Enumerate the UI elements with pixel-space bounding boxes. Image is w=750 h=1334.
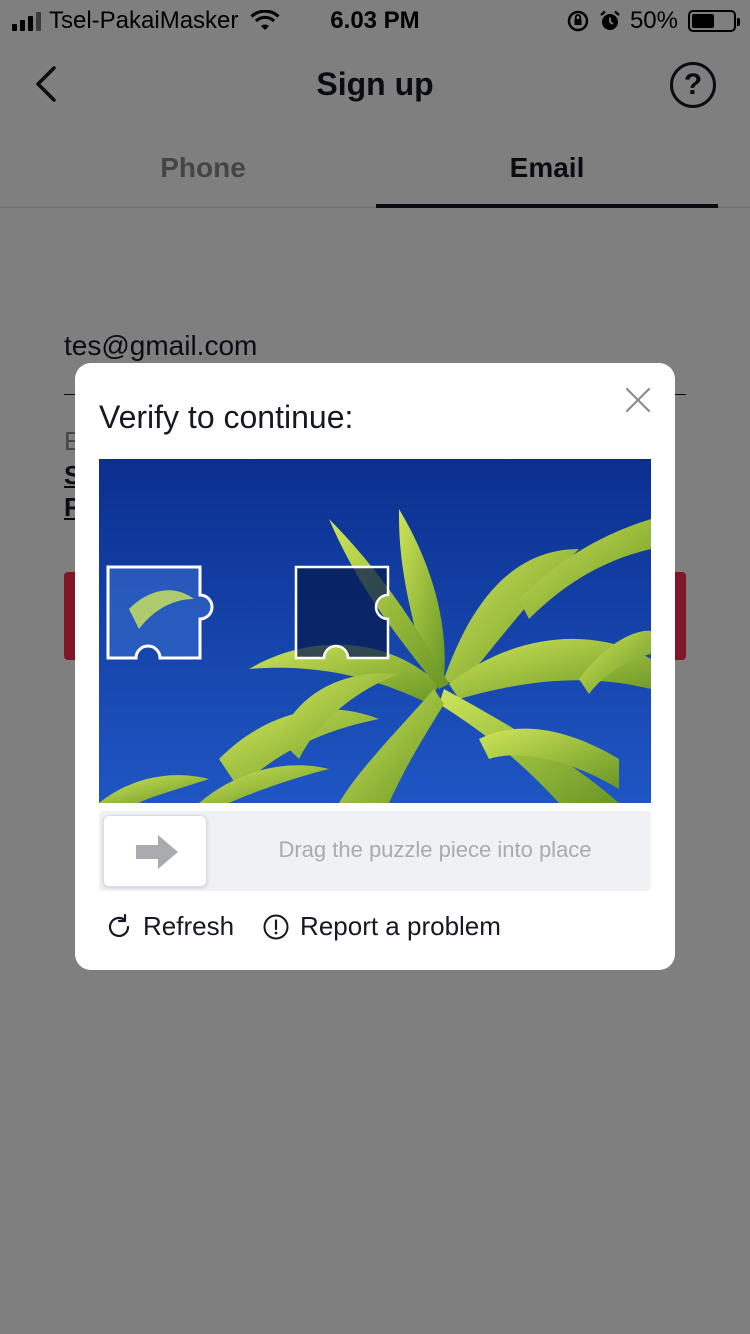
refresh-button[interactable]: Refresh — [105, 911, 234, 942]
alert-circle-icon — [263, 914, 289, 939]
captcha-title: Verify to continue: — [99, 399, 354, 435]
captcha-actions: Refresh Report a problem — [105, 911, 501, 942]
refresh-icon — [108, 913, 130, 937]
arrow-right-icon — [136, 835, 178, 869]
refresh-label: Refresh — [143, 911, 235, 941]
report-problem-label: Report a problem — [300, 911, 501, 941]
captcha-dialog: Verify to continue: Drag the puzzle piec… — [75, 363, 675, 970]
captcha-slider-track[interactable]: Drag the puzzle piece into place — [99, 811, 651, 891]
report-problem-button[interactable]: Report a problem — [262, 911, 501, 942]
close-icon[interactable] — [623, 385, 653, 415]
captcha-image — [99, 459, 651, 803]
slider-hint: Drag the puzzle piece into place — [278, 837, 592, 862]
puzzle-piece[interactable] — [106, 565, 214, 660]
puzzle-slot — [294, 565, 390, 660]
palm-tree-image — [99, 459, 651, 803]
slider-handle[interactable] — [103, 815, 207, 887]
